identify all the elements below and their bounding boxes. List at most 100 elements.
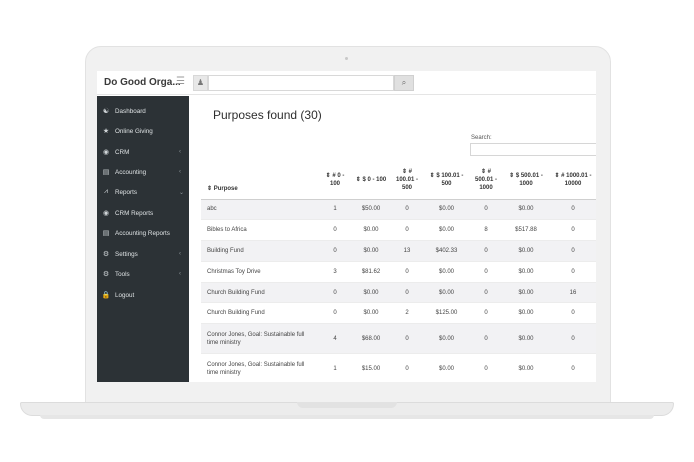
value-cell: $0.00 bbox=[502, 281, 550, 303]
value-cell: $0.00 bbox=[423, 219, 470, 241]
user-circle-icon: ◉ bbox=[102, 149, 110, 156]
sidebar: ☯ Dashboard ★ Online Giving ◉ CRM ‹ ▤ Accounting… bbox=[97, 96, 189, 382]
sidebar-item-label: Settings bbox=[115, 250, 138, 258]
value-cell: 0 bbox=[470, 260, 502, 283]
purpose-cell: Connor Jones, Goal: Sustainable full tim… bbox=[201, 353, 319, 382]
column-header[interactable]: ⇕ $ 0 - 100 bbox=[351, 161, 391, 200]
search-icon[interactable]: ⌕ bbox=[394, 75, 414, 91]
sidebar-item-dashboard[interactable]: ☯ Dashboard bbox=[97, 101, 189, 121]
value-cell: $0.00 bbox=[351, 302, 391, 324]
value-cell: 1 bbox=[319, 353, 351, 382]
value-cell: $0.00 bbox=[502, 240, 550, 262]
search-label: Search: bbox=[471, 135, 492, 141]
value-cell: 0 bbox=[470, 323, 502, 354]
app-screen: Do Good Orga... ☰ ♟ ⌕ ☯ Dashboard ★ Online … bbox=[97, 71, 596, 382]
purpose-cell: Bibles to Africa bbox=[201, 219, 319, 241]
purpose-cell: Church Building Fund bbox=[201, 302, 319, 324]
user-icon[interactable]: ♟ bbox=[193, 75, 208, 91]
value-cell: $0.00 bbox=[502, 302, 550, 324]
value-cell: 16 bbox=[550, 281, 596, 303]
value-cell: 8 bbox=[470, 219, 502, 241]
column-header[interactable]: ⇕ # 500.01 - 1000 bbox=[470, 161, 502, 200]
sidebar-item-logout[interactable]: 🔒 Logout bbox=[97, 285, 189, 305]
purposes-table: ⇕ Purpose ⇕ # 0 - 100 ⇕ $ 0 - 100 ⇕ # 100.0… bbox=[201, 161, 596, 382]
purpose-cell: Building Fund bbox=[201, 240, 319, 262]
sidebar-item-label: CRM Reports bbox=[115, 209, 154, 217]
table-row[interactable]: Connor Jones, Goal: Sustainable full tim… bbox=[201, 323, 596, 354]
value-cell: 0 bbox=[391, 281, 423, 303]
sidebar-item-label: Reports bbox=[115, 188, 138, 196]
chart-icon: ⩘ bbox=[104, 188, 108, 195]
sidebar-item-crm-reports[interactable]: ◉ CRM Reports bbox=[97, 203, 189, 223]
chevron-icon: ‹ bbox=[179, 251, 181, 257]
value-cell: 0 bbox=[470, 302, 502, 324]
value-cell: 0 bbox=[391, 323, 423, 354]
value-cell: 0 bbox=[319, 281, 351, 303]
table-search-input[interactable] bbox=[470, 143, 596, 156]
column-header[interactable]: ⇕ $ 100.01 - 500 bbox=[423, 161, 470, 200]
sidebar-item-crm[interactable]: ◉ CRM ‹ bbox=[97, 142, 189, 162]
purpose-cell: abc bbox=[201, 198, 319, 220]
table-row[interactable]: Bibles to Africa 0 $0.00 0 $0.00 8 $517.88 0 bbox=[201, 219, 596, 241]
laptop-notch bbox=[297, 402, 397, 408]
purpose-cell: Church Building Fund bbox=[201, 281, 319, 303]
value-cell: 0 bbox=[550, 323, 596, 354]
sidebar-item-accounting-reports[interactable]: ▤ Accounting Reports bbox=[97, 223, 189, 243]
value-cell: $0.00 bbox=[502, 260, 550, 283]
value-cell: 4 bbox=[319, 323, 351, 354]
purpose-cell: Connor Jones, Goal: Sustainable full tim… bbox=[201, 323, 319, 354]
value-cell: $0.00 bbox=[351, 240, 391, 262]
sidebar-item-online-giving[interactable]: ★ Online Giving bbox=[97, 121, 189, 141]
value-cell: $0.00 bbox=[351, 219, 391, 241]
column-header[interactable]: ⇕ $ 500.01 - 1000 bbox=[502, 161, 550, 200]
value-cell: 0 bbox=[319, 219, 351, 241]
value-cell: 0 bbox=[550, 353, 596, 382]
sidebar-item-settings[interactable]: ⚙ Settings ‹ bbox=[97, 244, 189, 264]
camera-icon bbox=[345, 57, 348, 60]
column-header[interactable]: ⇕ Purpose bbox=[201, 161, 319, 200]
purpose-cell: Christmas Toy Drive bbox=[201, 260, 319, 283]
value-cell: 0 bbox=[391, 219, 423, 241]
table-row[interactable]: Connor Jones, Goal: Sustainable full tim… bbox=[201, 353, 596, 382]
chevron-icon: ‹ bbox=[179, 169, 181, 175]
value-cell: 0 bbox=[319, 240, 351, 262]
value-cell: $15.00 bbox=[351, 353, 391, 382]
sidebar-item-reports[interactable]: ⩘ Reports ⌄ bbox=[97, 182, 189, 202]
dashboard-icon: ☯ bbox=[102, 108, 110, 115]
star-icon: ★ bbox=[102, 128, 110, 135]
table-row[interactable]: Christmas Toy Drive 3 $81.62 0 $0.00 0 $0.00 0 bbox=[201, 260, 596, 283]
table-row[interactable]: Building Fund 0 $0.00 13 $402.33 0 $0.00 0 bbox=[201, 240, 596, 262]
brand-name[interactable]: Do Good Orga... bbox=[104, 77, 181, 88]
top-bar: Do Good Orga... ☰ ♟ ⌕ bbox=[97, 71, 596, 95]
value-cell: $517.88 bbox=[502, 219, 550, 241]
value-cell: $0.00 bbox=[423, 260, 470, 283]
laptop-mockup: Do Good Orga... ☰ ♟ ⌕ ☯ Dashboard ★ Online … bbox=[0, 0, 694, 462]
value-cell: $0.00 bbox=[423, 198, 470, 220]
value-cell: 0 bbox=[550, 219, 596, 241]
value-cell: 0 bbox=[470, 281, 502, 303]
value-cell: 0 bbox=[550, 260, 596, 283]
sidebar-item-accounting[interactable]: ▤ Accounting ‹ bbox=[97, 162, 189, 182]
table-row[interactable]: Church Building Fund 0 $0.00 0 $0.00 0 $0.00 16 bbox=[201, 281, 596, 303]
lock-icon: 🔒 bbox=[101, 292, 111, 299]
search-input[interactable] bbox=[208, 75, 394, 91]
column-header[interactable]: ⇕ # 0 - 100 bbox=[319, 161, 351, 200]
table-row[interactable]: abc 1 $50.00 0 $0.00 0 $0.00 0 bbox=[201, 198, 596, 220]
value-cell: 0 bbox=[391, 198, 423, 220]
value-cell: $0.00 bbox=[502, 353, 550, 382]
value-cell: 0 bbox=[470, 198, 502, 220]
value-cell: 0 bbox=[391, 260, 423, 283]
table-row[interactable]: Church Building Fund 0 $0.00 2 $125.00 0 $0.00… bbox=[201, 302, 596, 324]
sidebar-item-label: Accounting bbox=[115, 168, 147, 176]
value-cell: 0 bbox=[550, 240, 596, 262]
column-header[interactable]: ⇕ # 1000.01 - 10000 bbox=[550, 161, 596, 200]
hamburger-icon[interactable]: ☰ bbox=[176, 76, 185, 87]
laptop-shadow bbox=[40, 415, 654, 419]
value-cell: 3 bbox=[319, 260, 351, 283]
value-cell: $50.00 bbox=[351, 198, 391, 220]
value-cell: 0 bbox=[470, 240, 502, 262]
sidebar-item-tools[interactable]: ⚙ Tools ‹ bbox=[97, 264, 189, 284]
value-cell: $0.00 bbox=[423, 353, 470, 382]
column-header[interactable]: ⇕ # 100.01 - 500 bbox=[391, 161, 423, 200]
value-cell: $0.00 bbox=[423, 281, 470, 303]
